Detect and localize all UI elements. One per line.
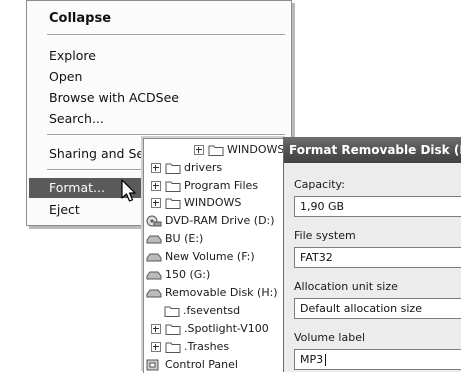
- folder-icon: [164, 305, 180, 317]
- expand-icon[interactable]: [151, 324, 161, 334]
- file-system-label: File system: [294, 229, 356, 242]
- drive-icon: [146, 269, 162, 281]
- menu-item-explore[interactable]: Explore: [29, 46, 289, 66]
- allocation-unit-select[interactable]: Default allocation size: [294, 298, 461, 319]
- menu-separator: [47, 34, 285, 36]
- drive-icon: [146, 287, 162, 299]
- tree-item-windows[interactable]: WINDOWS: [151, 195, 241, 211]
- control-panel-icon: [146, 359, 162, 371]
- volume-label-input[interactable]: MP3: [294, 349, 461, 370]
- folder-icon: [165, 180, 181, 192]
- menu-item-collapse[interactable]: Collapse: [29, 9, 289, 29]
- tree-item-drivers[interactable]: drivers: [151, 160, 222, 176]
- dvd-drive-icon: [146, 215, 162, 227]
- folder-icon: [165, 341, 181, 353]
- menu-item-browse-acdsee[interactable]: Browse with ACDSee: [29, 88, 289, 108]
- folder-icon: [165, 323, 181, 335]
- format-dialog: Format Removable Disk (H:) Capacity: 1,9…: [283, 137, 461, 372]
- drive-icon: [146, 233, 162, 245]
- tree-item-new-volume[interactable]: New Volume (F:): [146, 249, 255, 265]
- tree-item-program-files[interactable]: Program Files: [151, 178, 258, 194]
- expand-icon[interactable]: [151, 163, 161, 173]
- folder-icon: [165, 197, 181, 209]
- tree-item-trashes[interactable]: .Trashes: [151, 339, 229, 355]
- tree-item-removable-disk[interactable]: Removable Disk (H:): [146, 285, 278, 301]
- menu-separator: [47, 134, 285, 136]
- tree-item-control-panel[interactable]: Control Panel: [146, 357, 238, 373]
- text-caret: [325, 354, 327, 366]
- mouse-cursor-icon: [121, 179, 136, 202]
- drive-icon: [146, 251, 162, 263]
- tree-item-dvd-drive[interactable]: DVD-RAM Drive (D:): [146, 213, 275, 229]
- tree-item-windows-top[interactable]: WINDOWS: [194, 142, 284, 158]
- dialog-title[interactable]: Format Removable Disk (H:): [284, 137, 461, 163]
- file-system-select[interactable]: FAT32: [294, 247, 461, 268]
- folder-icon: [208, 144, 224, 156]
- expand-icon[interactable]: [194, 145, 204, 155]
- capacity-label: Capacity:: [294, 178, 345, 191]
- volume-label-label: Volume label: [294, 331, 366, 344]
- folder-icon: [165, 162, 181, 174]
- tree-item-fseventsd[interactable]: .fseventsd: [164, 303, 240, 319]
- tree-item-bu-drive[interactable]: BU (E:): [146, 231, 203, 247]
- allocation-unit-label: Allocation unit size: [294, 280, 398, 293]
- folder-tree: WINDOWS drivers Program Files WINDOWS DV…: [143, 138, 287, 373]
- tree-item-spotlight[interactable]: .Spotlight-V100: [151, 321, 269, 337]
- expand-icon[interactable]: [151, 198, 161, 208]
- expand-icon[interactable]: [151, 342, 161, 352]
- capacity-select[interactable]: 1,90 GB: [294, 196, 461, 217]
- menu-item-search[interactable]: Search...: [29, 109, 289, 129]
- menu-item-open[interactable]: Open: [29, 67, 289, 87]
- tree-item-150-drive[interactable]: 150 (G:): [146, 267, 210, 283]
- expand-icon[interactable]: [151, 181, 161, 191]
